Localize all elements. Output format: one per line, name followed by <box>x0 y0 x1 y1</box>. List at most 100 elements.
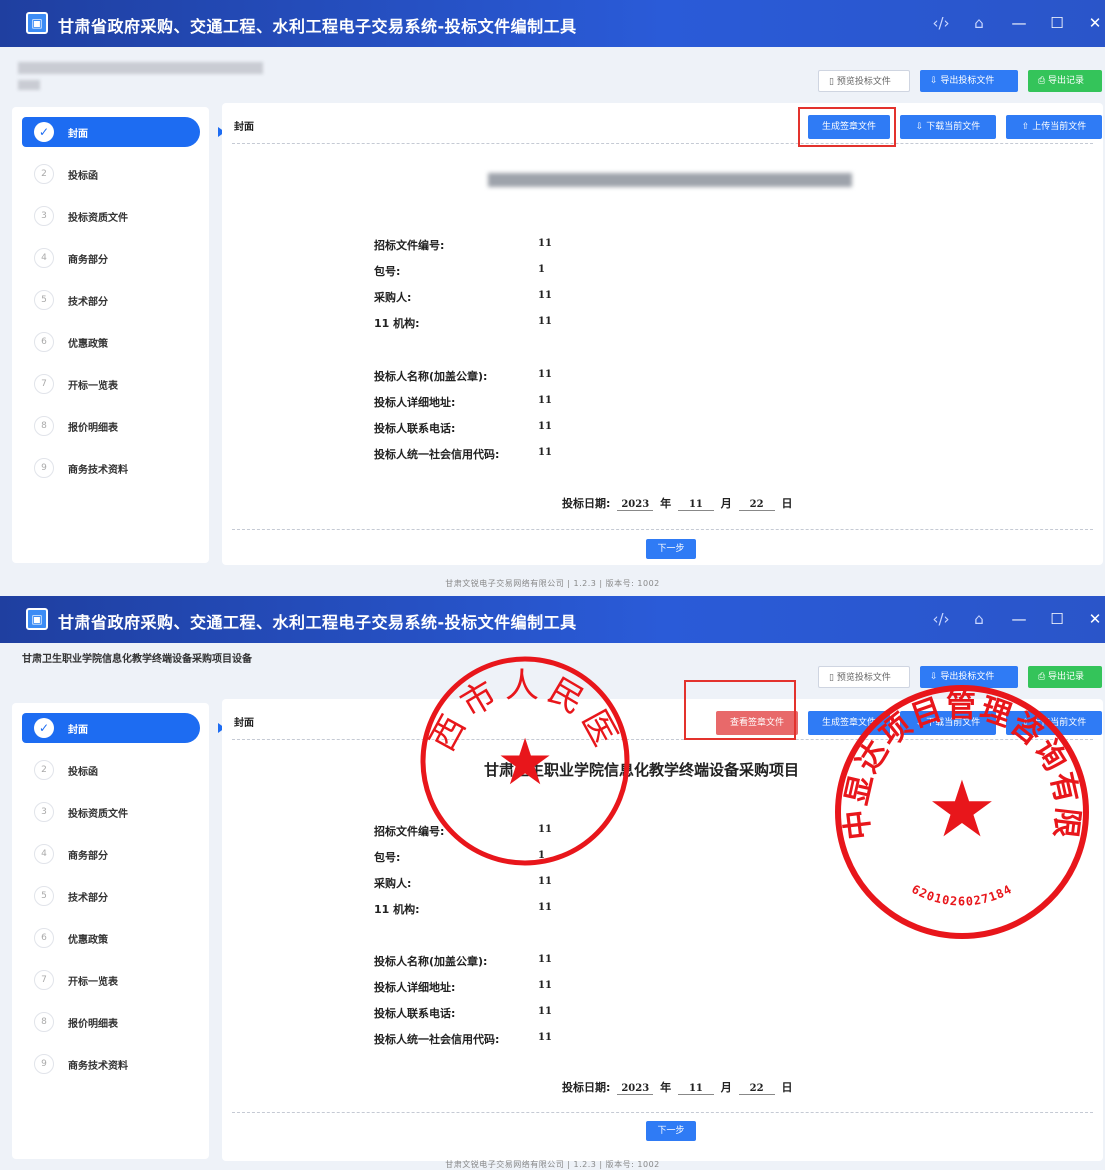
upload-current-file-button[interactable]: ⇧ 上传当前文件 <box>1006 711 1102 735</box>
year-unit: 年 <box>660 497 672 510</box>
export-record-button[interactable]: ⎙ 导出记录 <box>1028 70 1102 92</box>
project-name: 甘肃卫生职业学院信息化教学终端设备采购项目设备 <box>22 654 252 665</box>
step-label: 技术部分 <box>68 893 108 904</box>
field-label: 11 机构: <box>374 317 420 330</box>
step-item-bid-letter[interactable]: 2 投标函 <box>22 755 200 785</box>
step-number: 3 <box>34 206 54 226</box>
home-icon[interactable]: ⌂ <box>968 12 990 34</box>
step-item-opening-list[interactable]: 7 开标一览表 <box>22 965 200 995</box>
field-value[interactable]: 1 <box>538 850 545 861</box>
section-title: 封面 <box>234 718 254 729</box>
step-sidebar: ✓ 封面 2 投标函 3 投标资质文件 4 商务部分 5 技术部分 6 优惠政策 7 开标一… <box>12 703 225 1159</box>
field-label: 投标人名称(加盖公章): <box>374 955 488 968</box>
close-button[interactable]: ✕ <box>1084 608 1105 630</box>
cover-editor: 封面 查看签章文件 生成签章文件 ⇩ 下载当前文件 ⇧ 上传当前文件 甘肃卫生职… <box>222 699 1103 1161</box>
screenshot-after-sign: ▣ 甘肃省政府采购、交通工程、水利工程电子交易系统-投标文件编制工具 ‹/› ⌂… <box>0 596 1105 1170</box>
download-current-file-button[interactable]: ⇩ 下载当前文件 <box>900 115 996 139</box>
field-value[interactable]: 11 <box>538 954 552 965</box>
step-item-technical[interactable]: 5 技术部分 <box>22 881 200 911</box>
bid-date-row: 投标日期: 2023 年 11 月 22 日 <box>562 1079 792 1099</box>
field-value[interactable]: 11 <box>538 876 552 887</box>
step-item-tech-materials[interactable]: 9 商务技术资料 <box>22 453 200 483</box>
field-value[interactable]: 11 <box>538 395 552 406</box>
preview-bid-button[interactable]: ▯ 预览投标文件 <box>818 70 910 92</box>
step-item-qualification[interactable]: 3 投标资质文件 <box>22 797 200 827</box>
month-input[interactable]: 11 <box>677 1083 714 1095</box>
field-value[interactable]: 11 <box>538 824 552 835</box>
step-item-cover[interactable]: ✓ 封面 <box>22 713 225 743</box>
step-label: 投标资质文件 <box>68 213 128 224</box>
export-bid-button[interactable]: ⇩ 导出投标文件 <box>920 666 1018 688</box>
maximize-button[interactable]: ☐ <box>1046 12 1068 34</box>
day-input[interactable]: 22 <box>738 1083 775 1095</box>
field-value[interactable]: 11 <box>538 902 552 913</box>
step-item-business[interactable]: 4 商务部分 <box>22 243 200 273</box>
field-value[interactable]: 11 <box>538 421 552 432</box>
download-current-file-button[interactable]: ⇩ 下载当前文件 <box>900 711 996 735</box>
code-icon[interactable]: ‹/› <box>930 608 952 630</box>
field-label: 投标人统一社会信用代码: <box>374 448 500 461</box>
step-item-cover[interactable]: ✓ 封面 <box>22 117 225 147</box>
step-number: 5 <box>34 886 54 906</box>
minimize-button[interactable]: — <box>1008 608 1030 630</box>
step-number: 7 <box>34 374 54 394</box>
field-value[interactable]: 11 <box>538 1006 552 1017</box>
step-number: 9 <box>34 458 54 478</box>
step-number: 6 <box>34 332 54 352</box>
field-value[interactable]: 11 <box>538 369 552 380</box>
step-item-business[interactable]: 4 商务部分 <box>22 839 200 869</box>
step-item-bid-letter[interactable]: 2 投标函 <box>22 159 200 189</box>
screenshot-before-sign: ▣ 甘肃省政府采购、交通工程、水利工程电子交易系统-投标文件编制工具 ‹/› ⌂… <box>0 0 1105 594</box>
export-bid-button[interactable]: ⇩ 导出投标文件 <box>920 70 1018 92</box>
next-step-button[interactable]: 下一步 <box>646 539 696 559</box>
month-input[interactable]: 11 <box>677 499 714 511</box>
step-number: 4 <box>34 248 54 268</box>
step-label: 开标一览表 <box>68 381 118 392</box>
field-value[interactable]: 11 <box>538 290 552 301</box>
step-item-price-detail[interactable]: 8 报价明细表 <box>22 411 200 441</box>
step-item-preferential[interactable]: 6 优惠政策 <box>22 327 200 357</box>
step-sidebar: ✓ 封面 2 投标函 3 投标资质文件 4 商务部分 5 技术部分 6 优惠政策 7 开标一… <box>12 107 225 563</box>
upload-current-file-button[interactable]: ⇧ 上传当前文件 <box>1006 115 1102 139</box>
field-value[interactable]: 1 <box>538 264 545 275</box>
month-unit: 月 <box>720 497 732 510</box>
code-icon[interactable]: ‹/› <box>930 12 952 34</box>
day-unit: 日 <box>781 1081 793 1094</box>
field-value[interactable]: 11 <box>538 238 552 249</box>
export-record-button[interactable]: ⎙ 导出记录 <box>1028 666 1102 688</box>
step-item-qualification[interactable]: 3 投标资质文件 <box>22 201 200 231</box>
field-value[interactable]: 11 <box>538 980 552 991</box>
next-step-button[interactable]: 下一步 <box>646 1121 696 1141</box>
maximize-button[interactable]: ☐ <box>1046 608 1068 630</box>
field-value[interactable]: 11 <box>538 316 552 327</box>
generate-sign-file-button[interactable]: 生成签章文件 <box>808 711 890 735</box>
step-item-opening-list[interactable]: 7 开标一览表 <box>22 369 200 399</box>
field-label: 招标文件编号: <box>374 239 445 252</box>
home-icon[interactable]: ⌂ <box>968 608 990 630</box>
step-item-preferential[interactable]: 6 优惠政策 <box>22 923 200 953</box>
year-input[interactable]: 2023 <box>617 499 654 511</box>
step-label: 商务部分 <box>68 255 108 266</box>
app-title: 甘肃省政府采购、交通工程、水利工程电子交易系统-投标文件编制工具 <box>58 17 577 36</box>
step-item-technical[interactable]: 5 技术部分 <box>22 285 200 315</box>
bid-date-row: 投标日期: 2023 年 11 月 22 日 <box>562 495 792 515</box>
field-label: 包号: <box>374 851 401 864</box>
step-number: 9 <box>34 1054 54 1074</box>
field-value[interactable]: 11 <box>538 447 552 458</box>
close-button[interactable]: ✕ <box>1084 12 1105 34</box>
year-input[interactable]: 2023 <box>617 1083 654 1095</box>
footer: 甘肃文锐电子交易网络有限公司 | 1.2.3 | 版本号: 1002 <box>445 579 660 588</box>
field-value[interactable]: 11 <box>538 1032 552 1043</box>
step-label: 封面 <box>68 129 88 140</box>
field-label: 采购人: <box>374 291 412 304</box>
step-number: 7 <box>34 970 54 990</box>
step-label: 商务技术资料 <box>68 1061 128 1072</box>
minimize-button[interactable]: — <box>1008 12 1030 34</box>
step-item-price-detail[interactable]: 8 报价明细表 <box>22 1007 200 1037</box>
preview-bid-button[interactable]: ▯ 预览投标文件 <box>818 666 910 688</box>
day-input[interactable]: 22 <box>738 499 775 511</box>
step-item-tech-materials[interactable]: 9 商务技术资料 <box>22 1049 200 1079</box>
step-label: 报价明细表 <box>68 423 118 434</box>
step-number: 6 <box>34 928 54 948</box>
field-label: 投标人名称(加盖公章): <box>374 370 488 383</box>
